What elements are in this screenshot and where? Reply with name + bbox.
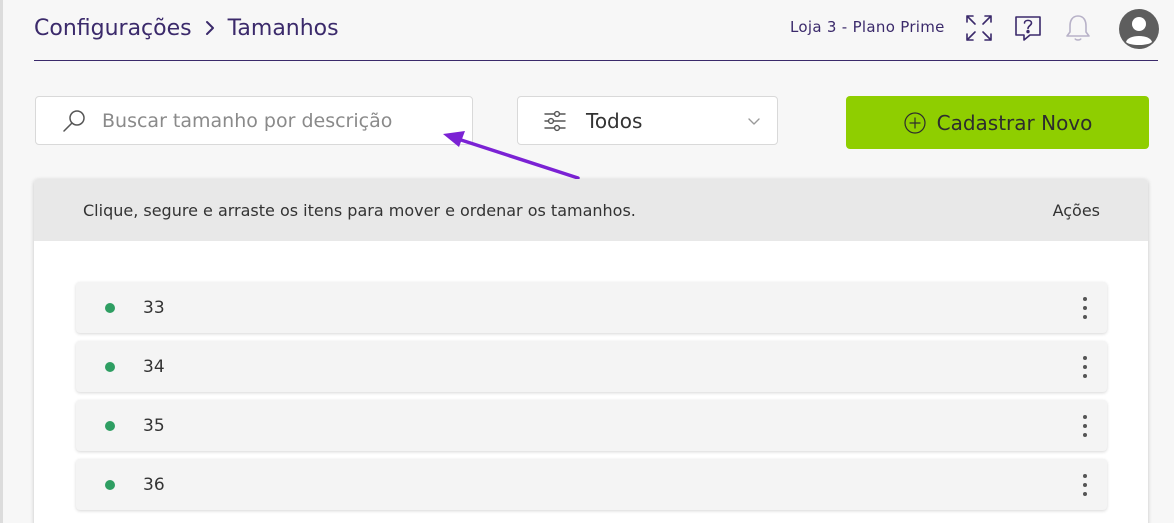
filter-sliders-icon [542,108,568,134]
size-label: 36 [143,474,165,495]
bell-icon[interactable] [1062,12,1094,44]
status-dot [105,479,115,490]
kebab-menu-icon[interactable] [1079,295,1091,321]
search-box [35,96,473,145]
add-new-button[interactable]: Cadastrar Novo [846,96,1149,149]
drag-instruction: Clique, segure e arraste os itens para m… [83,200,636,220]
sizes-panel: Clique, segure e arraste os itens para m… [34,179,1148,523]
status-dot [105,420,115,431]
size-label: 34 [143,356,165,377]
avatar-icon [1126,17,1152,45]
size-label: 33 [143,297,165,318]
help-chat-icon[interactable] [1012,12,1044,44]
chevron-down-icon [745,112,763,130]
kebab-menu-icon[interactable] [1079,354,1091,380]
size-label: 35 [143,415,165,436]
list-item[interactable]: 36 [76,459,1107,510]
breadcrumb-parent[interactable]: Configurações [34,16,192,41]
list-item[interactable]: 34 [76,341,1107,392]
breadcrumb-current: Tamanhos [227,15,339,41]
list-item[interactable]: 35 [76,400,1107,451]
fullscreen-icon[interactable] [963,12,995,44]
actions-column-label: Ações [1052,200,1100,220]
status-dot [105,361,115,372]
chevron-right-icon [204,19,216,37]
kebab-menu-icon[interactable] [1079,413,1091,439]
top-header: Configurações Tamanhos Loja 3 - Plano Pr… [34,0,1159,61]
status-dot [105,302,115,313]
plus-circle-icon [903,111,927,135]
search-icon [60,107,88,135]
sizes-list: 33 34 35 36 [34,241,1148,510]
kebab-menu-icon[interactable] [1079,472,1091,498]
avatar[interactable] [1119,9,1159,49]
breadcrumb: Configurações Tamanhos [34,13,339,43]
list-item[interactable]: 33 [76,282,1107,333]
store-name[interactable]: Loja 3 - Plano Prime [790,18,945,36]
status-filter-select[interactable]: Todos [517,96,778,145]
panel-header: Clique, segure e arraste os itens para m… [34,179,1148,241]
add-new-label: Cadastrar Novo [936,110,1093,135]
search-input[interactable] [102,109,442,132]
filter-selected-value: Todos [586,108,643,133]
left-edge-border [0,0,3,523]
